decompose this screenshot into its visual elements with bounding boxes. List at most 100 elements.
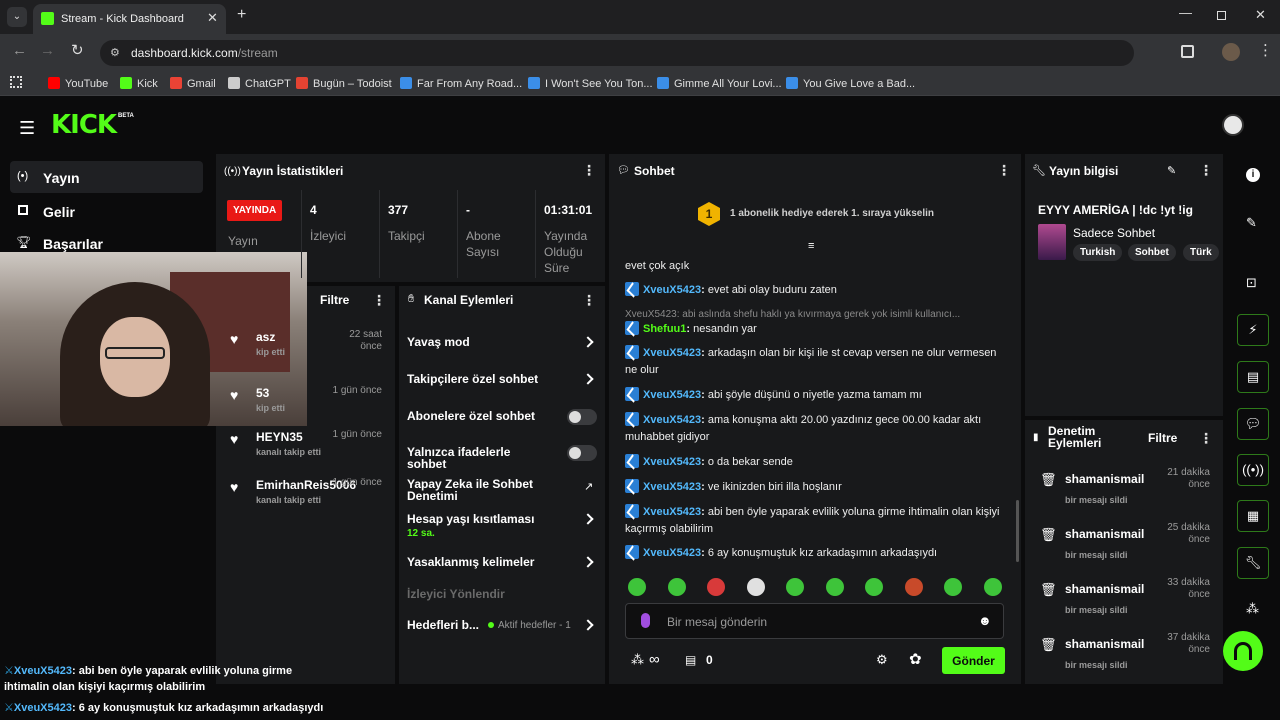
screenshot-icon[interactable]: ⊡ [1246,275,1257,291]
emote-icon[interactable] [905,578,923,596]
stream-info-menu-icon[interactable]: ⋮ [1199,162,1213,179]
bookmark-item[interactable]: Bugün – Todoist [296,76,392,92]
stream-tag[interactable]: Sohbet [1128,244,1176,261]
channel-action-label[interactable]: Yapay Zeka ile Sohbet Denetimi [407,478,547,502]
moderation-menu-icon[interactable]: ⋮ [1199,430,1213,447]
bookmark-item[interactable]: I Won't See You Ton... [528,76,653,92]
chat-username[interactable]: XveuX5423 [643,547,701,559]
moderator-name[interactable]: shamanismail [1065,582,1144,596]
emote-icon[interactable] [865,578,883,596]
hamburger-menu-icon[interactable]: ☰ [19,118,35,139]
stats-menu-icon[interactable]: ⋮ [582,162,596,179]
moderator-name[interactable]: shamanismail [1065,472,1144,486]
toggle-switch[interactable] [567,445,597,461]
chat-username[interactable]: XveuX5423 [643,481,701,493]
chat-input[interactable]: Bir mesaj gönderin ☻ [625,603,1004,639]
moderator-name[interactable]: shamanismail [1065,527,1144,541]
points-icon[interactable]: ⁂ [631,652,644,668]
reload-icon[interactable]: ↻ [71,41,84,59]
channel-action-label[interactable]: İzleyici Yönlendir [407,588,547,600]
broadcast-rail-icon[interactable]: ((•)) [1237,454,1269,486]
extensions-icon[interactable] [1181,45,1194,58]
stream-tag[interactable]: Turkish [1073,244,1123,261]
toggle-switch[interactable] [567,409,597,425]
close-window-icon[interactable]: ✕ [1255,7,1266,23]
channel-action-label[interactable]: Yavaş mod [407,336,547,348]
edit-icon[interactable]: ✎ [1246,215,1257,231]
emote-icon[interactable] [786,578,804,596]
chat-username[interactable]: XveuX5423 [643,284,701,296]
quick-action-lightning-icon[interactable]: ⚡︎ [1237,314,1269,346]
tools-icon[interactable]: 🔧︎ [1237,547,1269,579]
sidebar-item-gelir[interactable]: Gelir [10,197,203,225]
browser-menu-icon[interactable]: ⋮ [1258,41,1273,59]
notes-icon[interactable]: ▤ [1237,361,1269,393]
moderation-filter-button[interactable]: Filtre [1148,431,1177,445]
channel-action-label[interactable]: Takipçilere özel sohbet [407,373,547,385]
points-rail-icon[interactable]: ⁂ [1246,601,1259,617]
activity-user[interactable]: asz [256,330,275,344]
bookmark-item[interactable]: You Give Love a Bad... [786,76,915,92]
bookmark-item[interactable]: YouTube [48,76,108,92]
activity-menu-icon[interactable]: ⋮ [372,292,386,309]
chat-username[interactable]: XveuX5423 [643,414,701,426]
channel-action-label[interactable]: Yalnızca ifadelerle sohbet [407,446,547,470]
new-tab-icon[interactable]: + [237,6,246,24]
channel-action-label[interactable]: Abonelere özel sohbet [407,410,547,422]
emote-icon[interactable] [668,578,686,596]
emote-icon[interactable] [747,578,765,596]
chat-username[interactable]: XveuX5423 [643,347,701,359]
user-avatar[interactable] [1222,114,1244,136]
send-button[interactable]: Gönder [942,647,1005,674]
channel-actions-menu-icon[interactable]: ⋮ [582,292,596,309]
moderator-name[interactable]: shamanismail [1065,637,1144,651]
chat-username[interactable]: XveuX5423 [643,506,701,518]
profile-avatar[interactable] [1222,43,1240,61]
activity-filter-button[interactable]: Filtre [320,293,349,307]
info-icon[interactable]: i [1246,168,1260,182]
emote-icon[interactable] [826,578,844,596]
minimize-icon[interactable]: — [1179,5,1192,20]
chat-settings-icon[interactable]: ⚙ [876,652,888,668]
maximize-icon[interactable] [1217,11,1226,20]
chat-username[interactable]: XveuX5423 [643,389,701,401]
activity-user[interactable]: HEYN35 [256,430,303,444]
apps-grid-icon[interactable] [10,76,22,88]
tab-search-button[interactable]: ⌄ [7,7,27,27]
edit-pencil-icon[interactable]: ✎ [1167,164,1176,177]
chat-gift-icon[interactable]: ✿ [909,650,922,668]
chat-scrollbar[interactable] [1016,500,1019,562]
bookmark-item[interactable]: Kick [120,76,158,92]
emote-icon[interactable] [707,578,725,596]
url-field[interactable]: ⚙ dashboard.kick.com/stream [100,40,1134,66]
pinned-expand-icon[interactable]: ≡ [808,240,814,252]
forward-icon[interactable]: → [40,42,55,59]
sidebar-item-yayin[interactable]: (•) Yayın [10,161,203,193]
bookmark-item[interactable]: Gmail [170,76,216,92]
drops-icon[interactable]: ▤ [685,653,696,667]
back-icon[interactable]: ← [12,42,27,59]
emote-icon[interactable] [984,578,1002,596]
chat-rail-icon[interactable]: 💬︎ [1237,408,1269,440]
browser-tab[interactable]: Stream - Kick Dashboard ✕ [33,4,226,34]
chat-username[interactable]: XveuX5423 [643,456,701,468]
emote-icon[interactable] [944,578,962,596]
chat-menu-icon[interactable]: ⋮ [997,162,1011,179]
bookmark-item[interactable]: ChatGPT [228,76,291,92]
bookmark-item[interactable]: Far From Any Road... [400,76,522,92]
emoji-picker-icon[interactable]: ☻ [978,613,992,628]
emote-icon[interactable] [628,578,646,596]
site-info-icon[interactable]: ⚙ [110,46,120,59]
channel-action-label[interactable]: Hesap yaşı kısıtlaması [407,513,547,525]
channel-action-label[interactable]: Yasaklanmış kelimeler [407,556,547,568]
kick-logo[interactable]: KICK [51,110,117,140]
microphone-icon[interactable] [641,613,650,628]
stream-tag[interactable]: Türk [1183,244,1219,261]
bookmark-item[interactable]: Gimme All Your Lovi... [657,76,782,92]
layout-icon[interactable]: ▦ [1237,500,1269,532]
category-name[interactable]: Sadece Sohbet [1073,226,1155,240]
external-link-icon[interactable]: ↗ [584,480,593,493]
activity-user[interactable]: 53 [256,386,269,400]
chat-username[interactable]: Shefuu1 [643,323,686,335]
support-headset-button[interactable] [1223,631,1263,671]
